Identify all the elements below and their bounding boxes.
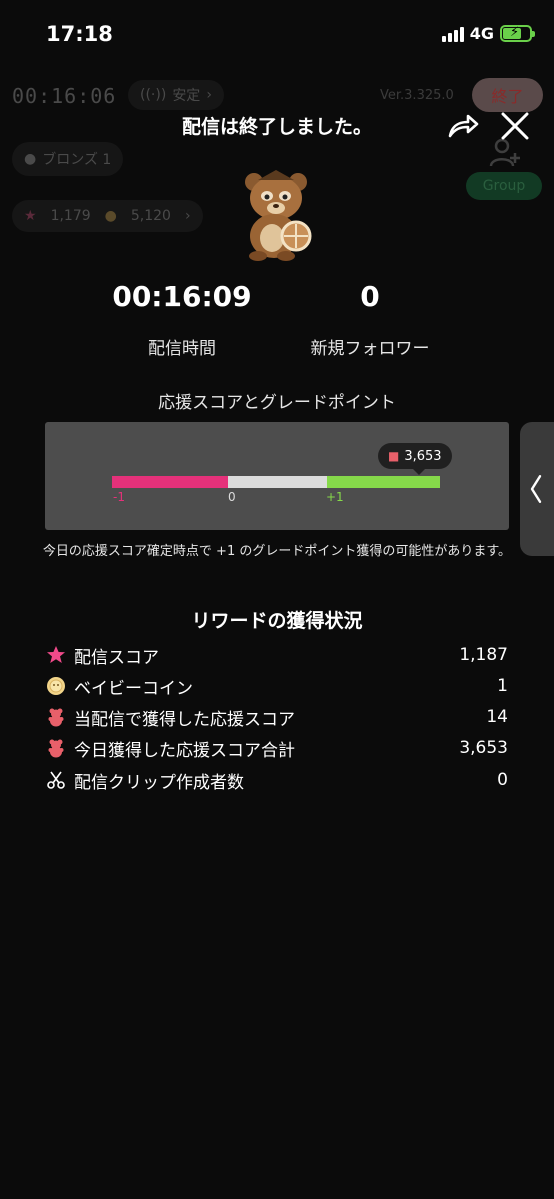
bear-face-icon: ● bbox=[24, 151, 37, 167]
tick-label-zero: 0 bbox=[228, 490, 236, 504]
reward-label: 配信スコア bbox=[74, 647, 159, 668]
stream-duration-value: 00:16:09 bbox=[112, 280, 252, 313]
status-time: 17:18 bbox=[46, 22, 113, 46]
gummy-bear-icon bbox=[46, 707, 66, 727]
reward-value: 0 bbox=[497, 770, 508, 790]
scissors-icon bbox=[46, 770, 66, 790]
reward-label: 今日獲得した応援スコア合計 bbox=[74, 740, 295, 761]
chevron-right-icon: › bbox=[184, 208, 191, 224]
background-group-button: Group bbox=[466, 172, 542, 200]
reward-value: 1,187 bbox=[459, 645, 508, 665]
reward-row: 配信スコア 1,187 bbox=[46, 641, 508, 669]
baby-coin-icon bbox=[46, 676, 66, 696]
background-end-button: 終了 bbox=[472, 78, 543, 112]
new-followers-label: 新規フォロワー bbox=[310, 339, 430, 359]
reward-row: 今日獲得した応援スコア合計 3,653 bbox=[46, 734, 508, 762]
background-rank-badge: ● ブロンズ 1 bbox=[12, 142, 124, 176]
side-panel-tab[interactable] bbox=[520, 422, 554, 556]
reward-row: 当配信で獲得した応援スコア 14 bbox=[46, 703, 508, 731]
score-bubble: ■ 3,653 bbox=[378, 443, 452, 475]
reward-value: 1 bbox=[497, 676, 508, 696]
chevron-right-icon: › bbox=[206, 87, 212, 103]
coin-icon: ● bbox=[104, 208, 117, 224]
score-bubble-value: 3,653 bbox=[404, 448, 442, 464]
tick-label-negative: -1 bbox=[113, 490, 125, 504]
chevron-left-icon bbox=[530, 475, 542, 503]
background-coins: 5,120 bbox=[130, 208, 171, 224]
background-stability-indicator: ((·)) 安定 › bbox=[128, 80, 224, 110]
share-icon[interactable] bbox=[446, 110, 480, 140]
battery-icon: ⚡ bbox=[500, 25, 535, 42]
tick-label-positive: +1 bbox=[326, 490, 344, 504]
support-score-panel: ■ 3,653 -1 0 +1 bbox=[45, 422, 509, 530]
background-stars: 1,179 bbox=[50, 208, 91, 224]
score-bar-neutral bbox=[228, 476, 327, 488]
background-stream-timer: 00:16:06 bbox=[12, 84, 117, 108]
new-followers-value: 0 bbox=[360, 280, 380, 313]
reward-label: ベイビーコイン bbox=[74, 678, 193, 699]
star-icon bbox=[46, 645, 66, 665]
close-icon[interactable] bbox=[499, 110, 531, 142]
gummy-bear-icon: ■ bbox=[388, 449, 400, 463]
broadcast-icon: ((·)) bbox=[140, 87, 167, 103]
reward-value: 3,653 bbox=[459, 738, 508, 758]
grade-point-note: 今日の応援スコア確定時点で +1 のグレードポイント獲得の可能性があります。 bbox=[42, 544, 512, 559]
stream-duration-label: 配信時間 bbox=[148, 339, 216, 359]
reward-label: 当配信で獲得した応援スコア bbox=[74, 709, 295, 730]
background-stats-pill: ★ 1,179 ● 5,120 › bbox=[12, 200, 203, 232]
reward-row: ベイビーコイン 1 bbox=[46, 672, 508, 700]
reward-row: 配信クリップ作成者数 0 bbox=[46, 766, 508, 794]
stability-label: 安定 bbox=[172, 88, 201, 104]
bear-rank-badge-icon bbox=[245, 170, 312, 261]
reward-value: 14 bbox=[486, 707, 508, 727]
star-icon: ★ bbox=[24, 208, 37, 224]
score-bar-positive bbox=[327, 476, 440, 488]
background-version: Ver.3.325.0 bbox=[380, 88, 454, 103]
signal-icon bbox=[441, 26, 464, 42]
rank-label: ブロンズ 1 bbox=[42, 152, 112, 168]
rewards-title: リワードの獲得状況 bbox=[191, 610, 363, 632]
status-indicators: 4G ⚡ bbox=[441, 24, 535, 43]
network-type: 4G bbox=[469, 24, 494, 43]
score-bar-negative bbox=[112, 476, 228, 488]
reward-label: 配信クリップ作成者数 bbox=[74, 772, 244, 793]
support-score-section-label: 応援スコアとグレードポイント bbox=[158, 393, 396, 413]
gummy-bear-icon bbox=[46, 738, 66, 758]
